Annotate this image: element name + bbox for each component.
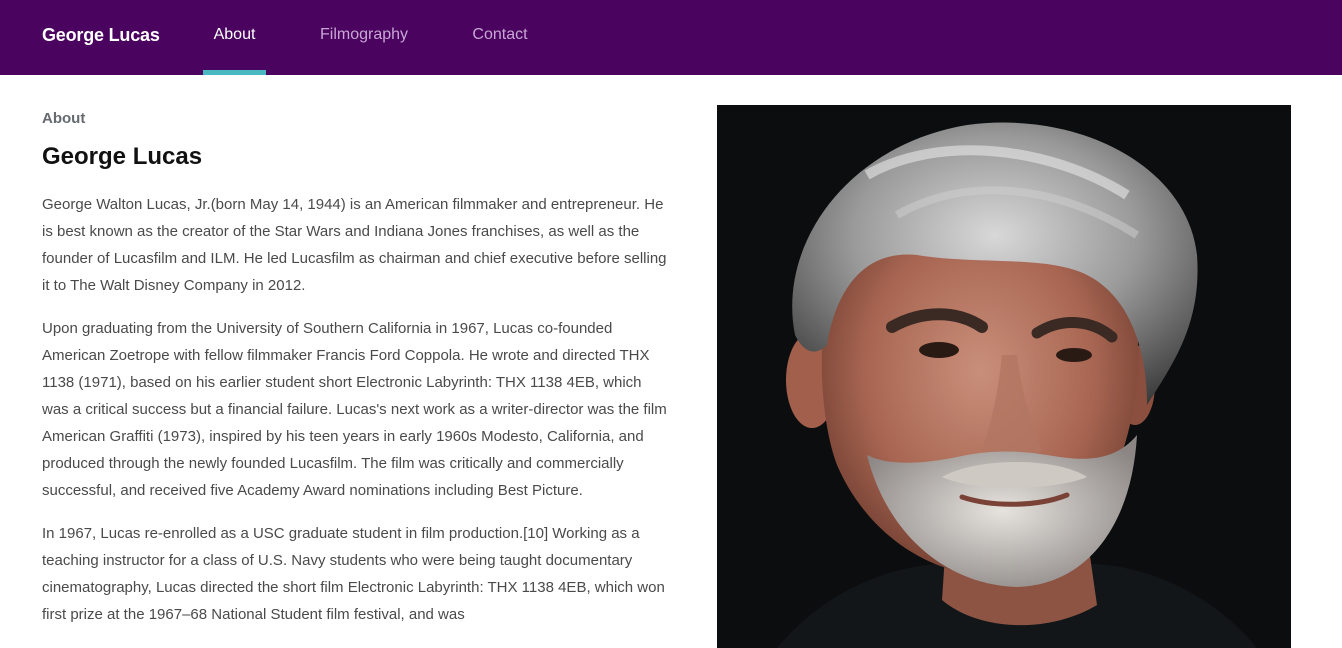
tab-contact[interactable]: Contact [461,0,539,75]
top-navigation-bar: George Lucas About Filmography Contact [0,0,1342,75]
active-tab-indicator [203,70,266,75]
bio-paragraph-2: Upon graduating from the University of S… [42,320,667,499]
tab-contact-label: Contact [472,26,528,43]
bio-paragraph-1: George Walton Lucas, Jr.(born May 14, 19… [42,196,667,294]
page-title: George Lucas [42,143,203,170]
portrait-illustration [717,105,1291,648]
portrait-photo [717,105,1291,648]
section-eyebrow: About [42,110,86,127]
site-brand[interactable]: George Lucas [42,24,160,46]
tab-filmography-label: Filmography [319,26,409,43]
tab-about-label: About [213,26,256,43]
bio-paragraph-3: In 1967, Lucas re-enrolled as a USC grad… [42,525,665,623]
tab-about[interactable]: About [203,0,266,75]
tab-filmography[interactable]: Filmography [309,0,419,75]
biography-text: George Walton Lucas, Jr.(born May 14, 19… [42,191,672,644]
